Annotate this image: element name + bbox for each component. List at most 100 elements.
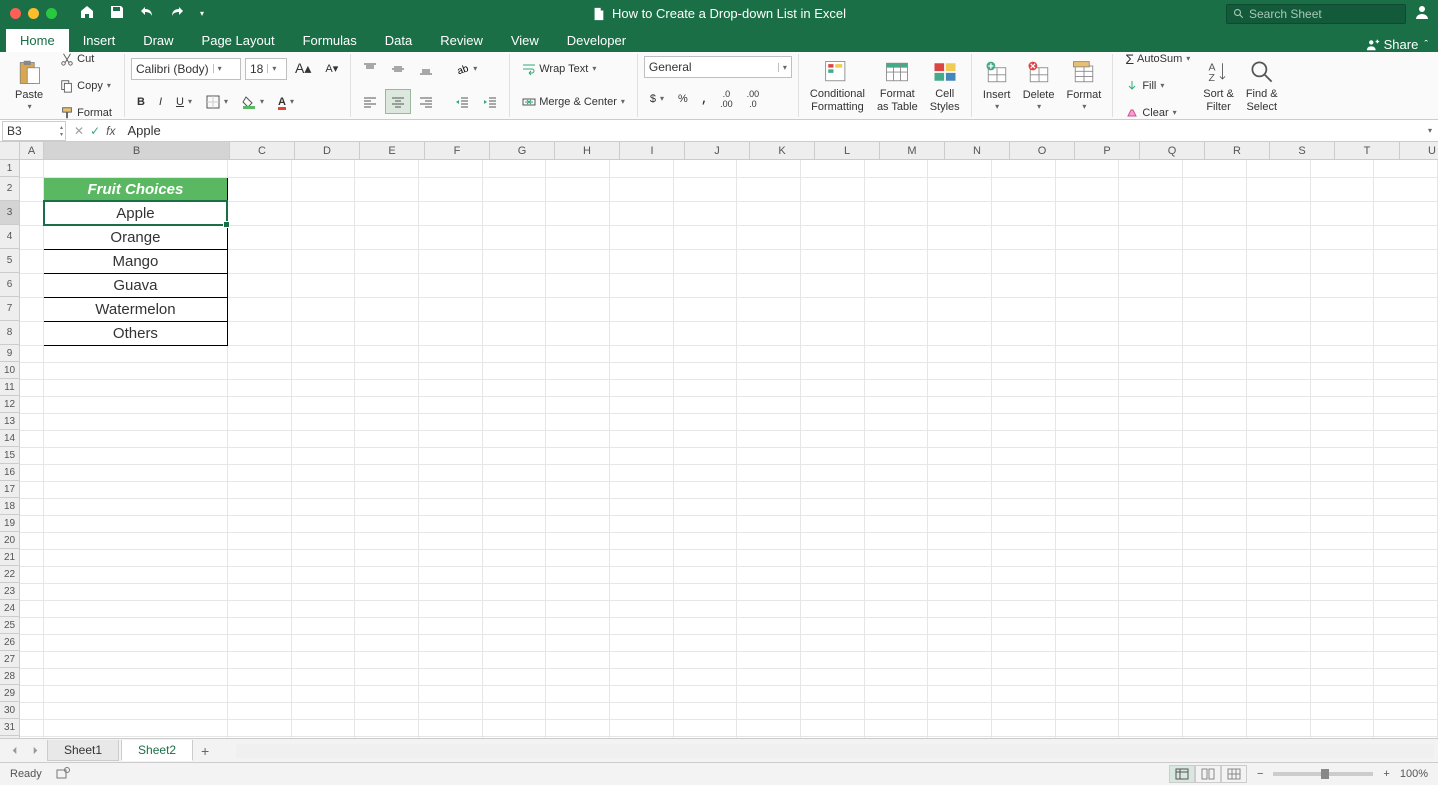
cell-T24[interactable] xyxy=(1310,600,1374,617)
cell-E11[interactable] xyxy=(355,379,419,396)
cell-U15[interactable] xyxy=(1374,447,1438,464)
cell-E21[interactable] xyxy=(355,549,419,566)
cell-J26[interactable] xyxy=(673,634,737,651)
cell-S1[interactable] xyxy=(1246,160,1310,177)
cell-A27[interactable] xyxy=(20,651,44,668)
cell-R5[interactable] xyxy=(1183,249,1247,273)
cell-L14[interactable] xyxy=(801,430,865,447)
cell-C14[interactable] xyxy=(227,430,291,447)
cell-P16[interactable] xyxy=(1055,464,1119,481)
cell-Q11[interactable] xyxy=(1119,379,1183,396)
cell-R27[interactable] xyxy=(1183,651,1247,668)
column-header-R[interactable]: R xyxy=(1205,142,1270,159)
cell-C7[interactable] xyxy=(227,297,291,321)
cell-G27[interactable] xyxy=(482,651,546,668)
cell-F20[interactable] xyxy=(418,532,482,549)
cell-A24[interactable] xyxy=(20,600,44,617)
cell-I7[interactable] xyxy=(609,297,673,321)
cell-C21[interactable] xyxy=(227,549,291,566)
cell-M15[interactable] xyxy=(864,447,928,464)
cell-R15[interactable] xyxy=(1183,447,1247,464)
cell-U4[interactable] xyxy=(1374,225,1438,249)
cell-N22[interactable] xyxy=(928,566,992,583)
cell-N26[interactable] xyxy=(928,634,992,651)
cell-M4[interactable] xyxy=(864,225,928,249)
cell-F32[interactable] xyxy=(418,736,482,738)
cell-D2[interactable] xyxy=(291,177,355,201)
cell-T20[interactable] xyxy=(1310,532,1374,549)
cell-B23[interactable] xyxy=(44,583,228,600)
cell-Q26[interactable] xyxy=(1119,634,1183,651)
cell-R6[interactable] xyxy=(1183,273,1247,297)
cell-H15[interactable] xyxy=(546,447,610,464)
cell-U31[interactable] xyxy=(1374,719,1438,736)
cell-I30[interactable] xyxy=(609,702,673,719)
cell-E9[interactable] xyxy=(355,345,419,362)
cell-E23[interactable] xyxy=(355,583,419,600)
cell-R7[interactable] xyxy=(1183,297,1247,321)
cell-D12[interactable] xyxy=(291,396,355,413)
align-top-button[interactable] xyxy=(357,56,383,81)
cell-D11[interactable] xyxy=(291,379,355,396)
decrease-indent-button[interactable] xyxy=(449,89,475,114)
cell-I19[interactable] xyxy=(609,515,673,532)
cell-I22[interactable] xyxy=(609,566,673,583)
cell-C26[interactable] xyxy=(227,634,291,651)
cell-H3[interactable] xyxy=(546,201,610,225)
tab-insert[interactable]: Insert xyxy=(69,29,130,52)
cell-F9[interactable] xyxy=(418,345,482,362)
row-header-24[interactable]: 24 xyxy=(0,600,19,617)
cell-I14[interactable] xyxy=(609,430,673,447)
cell-A2[interactable] xyxy=(20,177,44,201)
cell-G12[interactable] xyxy=(482,396,546,413)
cell-A11[interactable] xyxy=(20,379,44,396)
row-header-22[interactable]: 22 xyxy=(0,566,19,583)
cell-Q4[interactable] xyxy=(1119,225,1183,249)
cell-D28[interactable] xyxy=(291,668,355,685)
cell-Q28[interactable] xyxy=(1119,668,1183,685)
cell-K4[interactable] xyxy=(737,225,801,249)
cell-E13[interactable] xyxy=(355,413,419,430)
cell-R16[interactable] xyxy=(1183,464,1247,481)
cell-M10[interactable] xyxy=(864,362,928,379)
cell-F18[interactable] xyxy=(418,498,482,515)
cell-M8[interactable] xyxy=(864,321,928,345)
cell-O10[interactable] xyxy=(992,362,1056,379)
cell-C17[interactable] xyxy=(227,481,291,498)
cell-F31[interactable] xyxy=(418,719,482,736)
cell-O24[interactable] xyxy=(992,600,1056,617)
cell-I20[interactable] xyxy=(609,532,673,549)
cell-T26[interactable] xyxy=(1310,634,1374,651)
cell-U11[interactable] xyxy=(1374,379,1438,396)
cell-C1[interactable] xyxy=(227,160,291,177)
cell-J7[interactable] xyxy=(673,297,737,321)
cell-M28[interactable] xyxy=(864,668,928,685)
row-header-10[interactable]: 10 xyxy=(0,362,19,379)
cell-U1[interactable] xyxy=(1374,160,1438,177)
cell-I12[interactable] xyxy=(609,396,673,413)
cell-I1[interactable] xyxy=(609,160,673,177)
cell-I11[interactable] xyxy=(609,379,673,396)
cell-J19[interactable] xyxy=(673,515,737,532)
cell-Q23[interactable] xyxy=(1119,583,1183,600)
cell-A18[interactable] xyxy=(20,498,44,515)
cell-D8[interactable] xyxy=(291,321,355,345)
cell-F2[interactable] xyxy=(418,177,482,201)
cell-N30[interactable] xyxy=(928,702,992,719)
cell-N19[interactable] xyxy=(928,515,992,532)
cell-D21[interactable] xyxy=(291,549,355,566)
cell-H12[interactable] xyxy=(546,396,610,413)
cell-H18[interactable] xyxy=(546,498,610,515)
cell-K28[interactable] xyxy=(737,668,801,685)
cell-F15[interactable] xyxy=(418,447,482,464)
cell-N17[interactable] xyxy=(928,481,992,498)
cell-A6[interactable] xyxy=(20,273,44,297)
cell-B17[interactable] xyxy=(44,481,228,498)
cell-A5[interactable] xyxy=(20,249,44,273)
cell-P22[interactable] xyxy=(1055,566,1119,583)
font-name-combo[interactable]: Calibri (Body)▾ xyxy=(131,58,241,80)
cell-T11[interactable] xyxy=(1310,379,1374,396)
tab-data[interactable]: Data xyxy=(371,29,426,52)
cell-Q17[interactable] xyxy=(1119,481,1183,498)
cell-F30[interactable] xyxy=(418,702,482,719)
